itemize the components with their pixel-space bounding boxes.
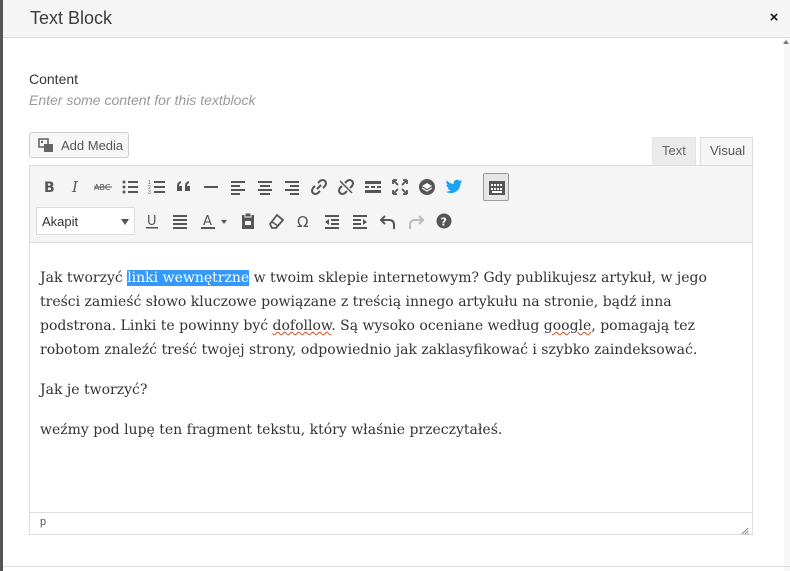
italic-button[interactable]: I <box>63 173 89 201</box>
align-center-button[interactable] <box>252 173 278 201</box>
numbered-list-icon: 123 <box>148 180 165 196</box>
content-paragraph-3: weźmy pod lupę ten fragment tekstu, któr… <box>40 422 503 438</box>
svg-text:?: ? <box>441 216 447 229</box>
svg-text:U: U <box>147 214 157 229</box>
redo-icon <box>409 215 425 229</box>
horizontal-rule-icon <box>204 186 218 188</box>
outdent-button[interactable] <box>319 207 345 235</box>
tab-visual[interactable]: Visual <box>700 137 753 165</box>
paste-as-text-button[interactable] <box>235 207 261 235</box>
element-path[interactable]: p <box>40 516 46 528</box>
align-center-icon <box>258 181 272 195</box>
editor-content[interactable]: Jak tworzyć linki wewnętrzne w twoim skl… <box>40 266 740 458</box>
special-character-icon: Ω <box>297 213 308 230</box>
align-right-button[interactable] <box>279 173 305 201</box>
strikethrough-button[interactable]: ABC <box>90 173 116 201</box>
italic-icon: I <box>71 178 79 196</box>
clear-formatting-icon <box>268 213 285 229</box>
modal-title: Text Block <box>30 8 113 28</box>
undo-button[interactable] <box>375 207 401 235</box>
justify-icon <box>173 215 187 229</box>
special-character-button[interactable]: Ω <box>291 207 317 235</box>
indent-icon <box>353 215 367 229</box>
svg-text:3: 3 <box>148 190 151 196</box>
paragraph-format-select[interactable]: Akapit <box>36 207 135 235</box>
tab-text[interactable]: Text <box>652 137 696 165</box>
format-select-value: Akapit <box>42 214 79 229</box>
paste-as-text-icon <box>242 212 254 229</box>
bullet-list-button[interactable] <box>117 173 143 201</box>
help-icon: ? <box>436 213 452 229</box>
align-left-icon <box>231 181 245 195</box>
strikethrough-icon: ABC <box>94 183 112 192</box>
toolbar-toggle-button[interactable] <box>483 173 509 201</box>
spellcheck-word: dofollow <box>272 318 332 334</box>
editor-toolbar: B I ABC 123 Akapit U A Ω ? <box>30 166 752 243</box>
content-field-label: Content <box>29 71 79 87</box>
horizontal-rule-button[interactable] <box>198 173 224 201</box>
twitter-icon <box>445 179 463 194</box>
resize-handle-icon[interactable] <box>740 522 749 535</box>
modal-divider <box>3 566 790 567</box>
align-right-icon <box>285 181 299 195</box>
read-more-button[interactable] <box>360 173 386 201</box>
twitter-button[interactable] <box>441 173 467 201</box>
layers-button[interactable] <box>414 173 440 201</box>
blockquote-button[interactable] <box>171 173 197 201</box>
clear-formatting-button[interactable] <box>263 207 289 235</box>
svg-text:Ω: Ω <box>297 213 308 230</box>
modal-header: Text Block × <box>3 0 790 38</box>
add-media-button[interactable]: Add Media <box>29 132 129 158</box>
content-field-description: Enter some content for this textblock <box>29 92 256 108</box>
redo-button[interactable] <box>403 207 429 235</box>
spellcheck-word: google <box>543 318 592 334</box>
justify-button[interactable] <box>167 207 193 235</box>
unlink-icon <box>338 179 354 195</box>
insert-link-button[interactable] <box>306 173 332 201</box>
chevron-down-icon <box>121 219 129 225</box>
svg-text:A: A <box>203 214 212 229</box>
read-more-icon <box>365 181 381 193</box>
modal-scrollbar[interactable] <box>784 38 790 571</box>
indent-button[interactable] <box>347 207 373 235</box>
bullet-list-icon <box>122 180 138 194</box>
media-icon <box>38 138 54 153</box>
content-paragraph-1: Jak tworzyć linki wewnętrzne w twoim skl… <box>40 270 707 358</box>
undo-icon <box>379 215 395 229</box>
rich-text-editor: B I ABC 123 Akapit U A Ω ? Jak tworzyć l… <box>29 165 753 535</box>
numbered-list-button[interactable]: 123 <box>144 173 170 201</box>
underline-icon: U <box>146 214 158 229</box>
help-button[interactable]: ? <box>431 207 457 235</box>
bold-button[interactable]: B <box>36 173 62 201</box>
align-left-button[interactable] <box>225 173 251 201</box>
text-color-button[interactable]: A <box>196 207 234 235</box>
add-media-label: Add Media <box>61 138 124 153</box>
scroll-up-icon[interactable] <box>783 40 789 44</box>
link-icon <box>311 179 327 195</box>
close-button[interactable]: × <box>766 9 782 27</box>
blockquote-icon <box>177 181 190 191</box>
content-paragraph-2: Jak je tworzyć? <box>40 382 148 398</box>
text-color-icon: A <box>201 214 227 229</box>
outdent-icon <box>325 215 339 229</box>
unlink-button[interactable] <box>333 173 359 201</box>
layers-icon <box>419 179 435 195</box>
underline-button[interactable]: U <box>139 207 165 235</box>
fullscreen-button[interactable] <box>387 173 413 201</box>
selected-text: linki wewnętrzne <box>127 270 250 286</box>
window-left-edge <box>0 0 3 571</box>
editor-statusbar: p <box>30 512 752 535</box>
fullscreen-icon <box>392 179 408 195</box>
bold-icon: B <box>44 180 55 196</box>
toolbar-toggle-icon <box>489 181 505 195</box>
svg-text:I: I <box>71 178 79 196</box>
svg-text:B: B <box>44 180 55 196</box>
